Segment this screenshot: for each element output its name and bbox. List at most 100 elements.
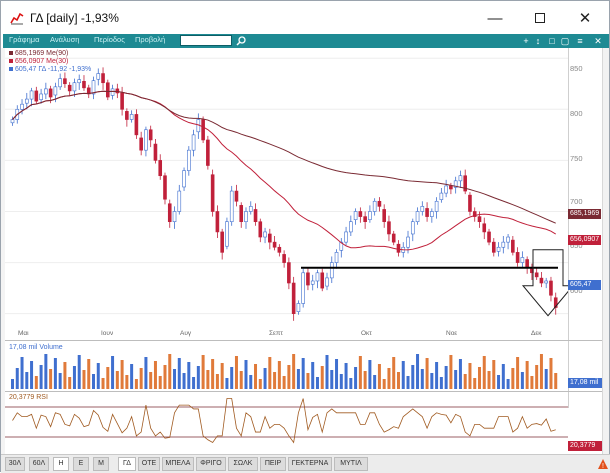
volume-bar [344,363,348,389]
window-icon[interactable]: ▢ [560,36,570,46]
volume-bar [201,355,205,389]
price-chart-svg [5,57,575,321]
candle-body [63,78,67,85]
period-tab-60m[interactable]: 60Λ [29,457,49,471]
volume-bar [439,377,443,389]
volume-bar [358,356,362,389]
volume-panel[interactable] [5,342,568,389]
symbol-tab-ote[interactable]: ΟΤΕ [138,457,160,471]
x-label: Αυγ [180,330,192,337]
close-icon[interactable]: ✕ [593,36,603,46]
right-scroll-strip[interactable] [602,48,609,454]
period-tab-daily[interactable]: H [53,457,69,471]
volume-bar [58,373,62,389]
period-tab-weekly[interactable]: E [73,457,89,471]
symbol-tab-frigo[interactable]: ΦΡΙΓΟ [196,457,226,471]
volume-bar [539,354,543,389]
plus-icon[interactable]: + [521,36,531,46]
candle-body [96,73,101,80]
volume-bar [530,376,534,389]
volume-bar [163,365,167,389]
rsi-panel[interactable] [5,393,568,448]
candle-body [506,236,510,243]
candle-body [387,221,391,235]
period-tab-30m[interactable]: 30Λ [5,457,25,471]
volume-bar [387,368,391,389]
candle-body [163,175,167,200]
menu-view[interactable]: Προβολή [135,35,165,44]
candle-body [129,114,134,120]
close-button[interactable]: ✕ [563,5,607,31]
symbol-tab-solk[interactable]: ΣΩΛΚ [228,457,258,471]
volume-bar [68,377,72,389]
volume-bar [377,364,381,389]
volume-bar [115,371,119,389]
candle-body [20,103,24,110]
candle-body [110,88,115,96]
candle-body [77,79,82,84]
legend-price: 605,47 ΓΔ -11,92 -1,93% [9,66,91,74]
warning-icon[interactable]: ! [597,458,609,470]
volume-bar [101,378,105,389]
square-icon[interactable]: □ [547,36,557,46]
volume-bar [420,369,424,389]
candle-body [10,119,15,124]
volume-bar [49,369,53,389]
volume-bar [311,362,315,389]
volume-bar [177,358,181,389]
symbol-tab-gd[interactable]: ΓΔ [118,457,136,471]
ma30-price-tag: 656,0907 [568,235,601,245]
symbol-tab-mpela[interactable]: ΜΠΕΛΑ [162,457,194,471]
volume-bar [263,368,267,389]
symbol-tab-gekterna[interactable]: ΓΕΚΤΕΡΝΑ [288,457,332,471]
volume-bar [549,358,553,389]
panel-divider[interactable] [5,340,602,341]
period-tab-monthly[interactable]: M [93,457,109,471]
menu-analysis[interactable]: Ανάλυση [50,35,79,44]
volume-bar [111,356,115,389]
candle-body [430,211,434,217]
volume-bar [39,365,43,389]
symbol-tab-peir[interactable]: ΠΕΙΡ [260,457,286,471]
symbol-search-input[interactable] [180,35,232,46]
symbol-tab-bar: 30Λ 60Λ H E M ΓΔ ΟΤΕ ΜΠΕΛΑ ΦΡΙΓΟ ΣΩΛΚ ΠΕ… [1,454,610,473]
candle-body [382,209,386,223]
maximize-button[interactable] [518,5,562,31]
volume-bar [134,379,138,389]
volume-bar [354,367,358,389]
x-label: Μαι [18,330,29,337]
crosshair-icon[interactable]: ↕ [533,36,543,46]
volume-bar [430,373,434,389]
candle-body [91,80,96,95]
volume-bar [153,361,157,389]
candle-body [134,114,139,136]
symbol-tab-mytil[interactable]: ΜΥΤΙΛ [334,457,368,471]
volume-bar [477,367,481,389]
x-label: Ιουν [101,330,114,337]
volume-bar [520,372,524,389]
volume-bar [106,367,110,389]
candle-body [353,211,358,220]
chart-window: ΓΔ [daily] -1,93% — ✕ Γράφημα Ανάλυση Πε… [0,0,610,473]
volume-bar [282,376,286,389]
candle-body [439,192,444,200]
search-button[interactable] [233,34,249,48]
candle-body [410,221,415,235]
minimize-button[interactable]: — [473,5,517,31]
panel-divider[interactable] [5,391,602,392]
candle-body [253,209,258,223]
volume-bar [87,359,91,389]
volume-bar [511,368,515,389]
menu-icon[interactable]: ≡ [575,36,585,46]
price-plot[interactable] [5,48,575,329]
x-label: Σεπτ [269,330,283,337]
menu-chart[interactable]: Γράφημα [9,35,39,44]
candle-body [515,252,520,263]
volume-bar [449,355,453,389]
volume-bar [325,355,329,389]
y-tick: 850 [570,64,583,73]
volume-bar [544,369,548,389]
candle-body [434,200,439,212]
menu-period[interactable]: Περίοδος [94,35,125,44]
candle-body [482,223,487,233]
